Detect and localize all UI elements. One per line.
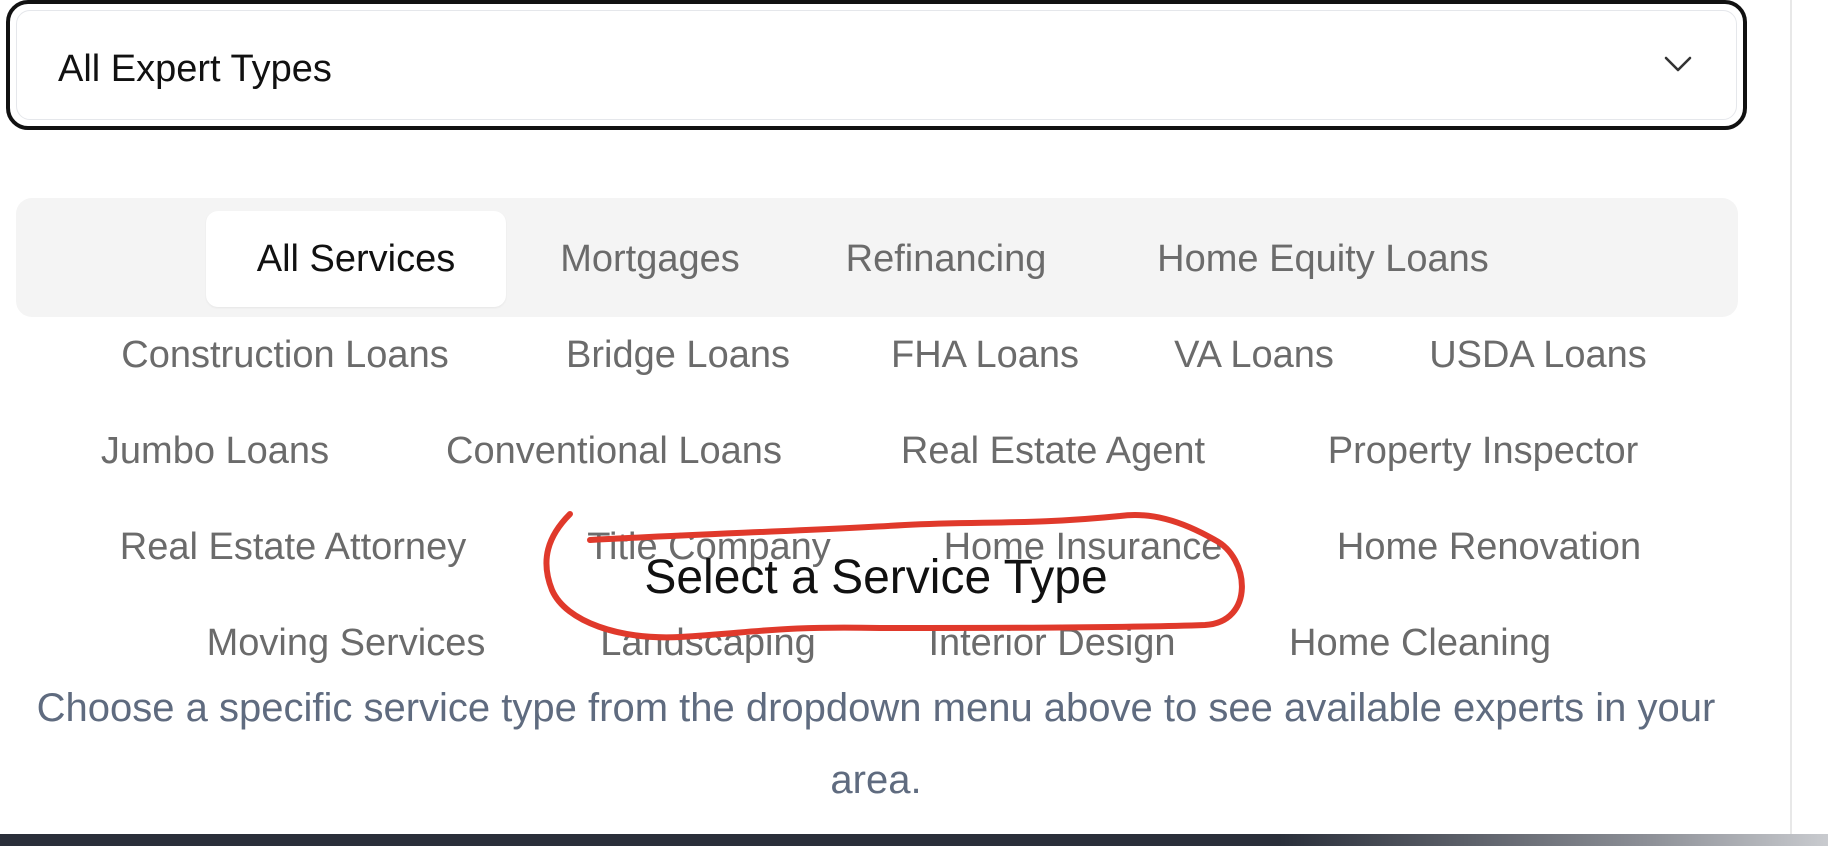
empty-state-description: Choose a specific service type from the … — [36, 686, 1716, 802]
page: All Expert Types All Services Mortgages … — [0, 0, 1828, 846]
tab-all-services[interactable]: All Services — [206, 211, 506, 307]
scrollbar-edge — [1790, 0, 1792, 834]
empty-state-title: Select a Service Type — [644, 551, 1108, 604]
tab-usda-loans[interactable]: USDA Loans — [1414, 307, 1662, 403]
tab-va-loans[interactable]: VA Loans — [1158, 307, 1350, 403]
tab-real-estate-agent[interactable]: Real Estate Agent — [876, 403, 1230, 499]
tab-fha-loans[interactable]: FHA Loans — [876, 307, 1094, 403]
select-value: All Expert Types — [58, 48, 332, 90]
tab-home-equity-loans[interactable]: Home Equity Loans — [1120, 211, 1526, 307]
tab-construction-loans[interactable]: Construction Loans — [88, 307, 482, 403]
tab-bridge-loans[interactable]: Bridge Loans — [540, 307, 816, 403]
tab-conventional-loans[interactable]: Conventional Loans — [418, 403, 810, 499]
expert-type-select[interactable]: All Expert Types — [6, 0, 1747, 130]
bottom-dark-bar — [0, 834, 1828, 846]
chevron-down-icon[interactable] — [1663, 52, 1693, 76]
tab-property-inspector[interactable]: Property Inspector — [1296, 403, 1670, 499]
tab-jumbo-loans[interactable]: Jumbo Loans — [80, 403, 350, 499]
tab-refinancing[interactable]: Refinancing — [812, 211, 1080, 307]
tab-mortgages[interactable]: Mortgages — [528, 211, 772, 307]
